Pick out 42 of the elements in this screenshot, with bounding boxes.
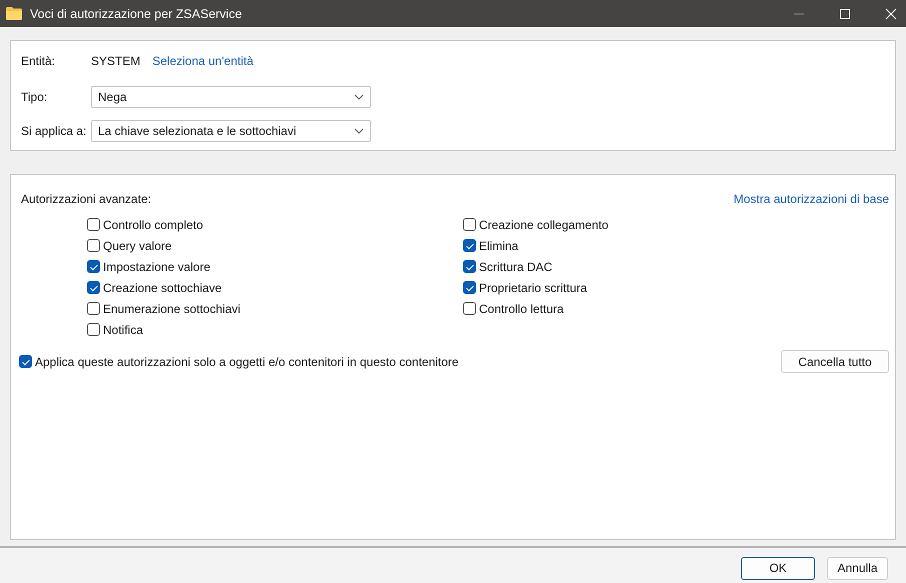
checkbox[interactable]: [463, 218, 476, 231]
principal-value: SYSTEM: [91, 54, 140, 68]
chevron-icon: [354, 94, 364, 100]
checkbox-label: Notifica: [103, 322, 144, 336]
checkbox-label: Proprietario scrittura: [479, 280, 588, 294]
dialog-button[interactable]: Annulla: [827, 556, 888, 580]
checkbox-label: Applica queste autorizzazioni solo a oggetti e/o contenitori in questo contenitore: [35, 354, 459, 368]
close-icon[interactable]: [885, 8, 897, 20]
checkbox[interactable]: [87, 302, 100, 315]
dialog-button[interactable]: OK: [741, 556, 815, 580]
clear-all-button[interactable]: Cancella tutto: [781, 350, 889, 373]
show-basic-permissions-link[interactable]: Mostra autorizzazioni di base: [734, 192, 889, 208]
checkbox-label: Controllo lettura: [479, 302, 564, 316]
checkbox[interactable]: [463, 260, 476, 273]
select-principal-link[interactable]: Seleziona un'entità: [152, 54, 254, 68]
checkbox[interactable]: [463, 302, 476, 315]
folder-icon: [6, 7, 22, 20]
checkbox-label: Scrittura DAC: [479, 260, 552, 274]
checkbox-label: Creazione collegamento: [479, 218, 608, 232]
type-label: Tipo:: [21, 90, 48, 104]
checkbox-label: Enumerazione sottochiavi: [103, 302, 240, 316]
applies-to-label: Si applica a:: [21, 124, 88, 138]
applies-to-dropdown[interactable]: La chiave selezionata e le sottochiavi: [91, 120, 371, 142]
checkbox[interactable]: [463, 239, 476, 252]
checkbox[interactable]: [87, 260, 100, 273]
checkbox[interactable]: [87, 239, 100, 252]
principal-label: Entità:: [21, 54, 56, 68]
checkbox[interactable]: [463, 281, 476, 294]
checkbox-label: Query valore: [103, 238, 172, 252]
window-title: Voci di autorizzazione per ZSAService: [30, 6, 242, 20]
checkbox[interactable]: [19, 355, 32, 368]
chevron-icon: [354, 128, 364, 134]
type-dropdown[interactable]: Nega: [91, 86, 371, 108]
maximize-icon[interactable]: [839, 8, 851, 20]
checkbox-label: Creazione sottochiave: [103, 280, 222, 294]
advanced-permissions-label: Autorizzazioni avanzate:: [21, 192, 152, 208]
checkbox[interactable]: [87, 323, 100, 336]
checkbox-label: Controllo completo: [103, 218, 204, 232]
checkbox-label: Elimina: [479, 238, 518, 252]
checkbox-label: Impostazione valore: [103, 260, 210, 274]
checkbox[interactable]: [87, 218, 100, 231]
checkbox[interactable]: [87, 281, 100, 294]
